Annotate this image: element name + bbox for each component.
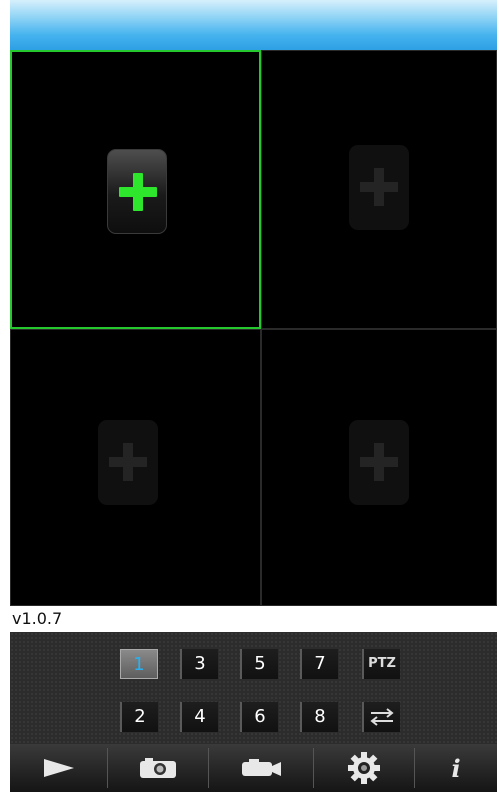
- play-button[interactable]: [10, 744, 107, 792]
- switch-layout-button[interactable]: [362, 702, 400, 732]
- channel-button-5[interactable]: 5: [240, 649, 278, 679]
- camera-icon: [140, 758, 176, 778]
- snapshot-button[interactable]: [108, 744, 208, 792]
- gear-icon: [348, 752, 380, 784]
- channel-button-3[interactable]: 3: [180, 649, 218, 679]
- plus-icon: [360, 443, 398, 481]
- record-button[interactable]: [209, 744, 313, 792]
- swap-arrows-icon: [370, 708, 394, 726]
- bottom-toolbar: i: [10, 744, 497, 792]
- screen-edge-left: [0, 0, 10, 792]
- channel-button-6[interactable]: 6: [240, 702, 278, 732]
- channel-button-8[interactable]: 8: [300, 702, 338, 732]
- plus-icon: [360, 168, 398, 206]
- channel-controls: 1 3 5 7 PTZ 2 4 6 8: [10, 632, 497, 744]
- channel-button-1[interactable]: 1: [120, 649, 158, 679]
- title-bar: [10, 0, 497, 50]
- add-camera-button-2[interactable]: [349, 145, 409, 230]
- video-cell-2[interactable]: [261, 50, 497, 329]
- video-camera-icon: [242, 759, 281, 776]
- plus-icon: [109, 443, 147, 481]
- video-grid: [10, 50, 497, 606]
- play-icon: [43, 759, 74, 777]
- info-icon: i: [451, 753, 461, 783]
- channel-button-4[interactable]: 4: [180, 702, 218, 732]
- info-button[interactable]: i: [415, 744, 497, 792]
- channel-button-2[interactable]: 2: [120, 702, 158, 732]
- video-cell-4[interactable]: [261, 329, 497, 606]
- version-label: v1.0.7: [10, 606, 497, 632]
- app-screen: v1.0.7 1 3 5 7 PTZ 2 4 6 8 i: [0, 0, 499, 792]
- video-cell-3[interactable]: [10, 329, 261, 606]
- settings-button[interactable]: [314, 744, 414, 792]
- plus-icon: [119, 173, 157, 211]
- add-camera-button-1[interactable]: [107, 149, 167, 234]
- channel-button-7[interactable]: 7: [300, 649, 338, 679]
- ptz-button[interactable]: PTZ: [362, 649, 400, 679]
- add-camera-button-4[interactable]: [349, 420, 409, 505]
- video-cell-1[interactable]: [10, 50, 261, 329]
- add-camera-button-3[interactable]: [98, 420, 158, 505]
